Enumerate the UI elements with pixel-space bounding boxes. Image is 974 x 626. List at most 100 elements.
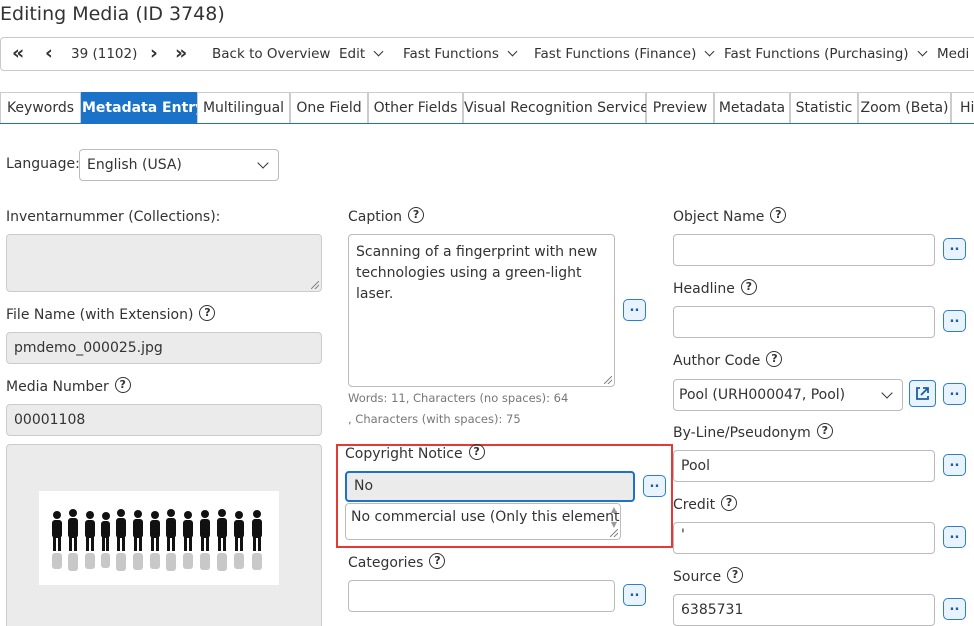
resize-handle-icon[interactable] (610, 529, 618, 537)
categories-more-button[interactable]: .. (623, 584, 646, 606)
categories-input[interactable] (348, 580, 615, 612)
file-name-field[interactable]: pmdemo_000025.jpg (6, 332, 322, 364)
chevron-down-icon (507, 46, 518, 57)
categories-label-text: Categories (348, 555, 424, 571)
caption-textarea[interactable]: Scanning of a fingerprint with new techn… (348, 234, 615, 387)
tab-preview[interactable]: Preview (646, 92, 714, 123)
chevron-down-icon (257, 157, 269, 169)
tab-multilingual[interactable]: Multilingual (197, 92, 290, 123)
help-icon[interactable]: ? (740, 279, 757, 295)
object-name-label: Object Name? (673, 207, 787, 225)
tab-visual-recognition-service[interactable]: Visual Recognition Service (463, 92, 649, 123)
language-label: Language: (6, 156, 80, 172)
help-icon[interactable]: ? (468, 444, 485, 460)
first-page-icon[interactable]: « (12, 38, 24, 70)
copyright-more-button[interactable]: .. (643, 475, 666, 497)
fast-functions-finance-menu[interactable]: Fast Functions (Finance) (534, 38, 715, 70)
tab-keywords[interactable]: Keywords (0, 92, 81, 123)
headline-input[interactable] (673, 306, 935, 338)
resize-handle-icon[interactable] (604, 376, 612, 384)
back-to-overview-link[interactable]: Back to Overview (212, 38, 330, 70)
open-external-icon (916, 387, 929, 400)
fast-functions-menu[interactable]: Fast Functions (403, 38, 518, 70)
previous-icon[interactable]: ‹ (45, 38, 53, 70)
help-icon[interactable]: ? (114, 377, 131, 393)
help-icon[interactable]: ? (408, 207, 425, 223)
caption-word-count: Words: 11, Characters (no spaces): 64 (348, 391, 569, 405)
author-code-more-button[interactable]: .. (943, 383, 966, 405)
media-number-label: Media Number? (6, 377, 131, 395)
help-icon[interactable]: ? (727, 567, 744, 583)
tab-metadata[interactable]: Metadata (714, 92, 790, 123)
categories-label: Categories? (348, 553, 446, 571)
copyright-suggestion-list[interactable]: No commercial use (Only this element) ▲ … (345, 503, 621, 540)
media-menu[interactable]: Medi (937, 38, 969, 70)
media-number-label-text: Media Number (6, 379, 109, 395)
inventory-number-field[interactable] (6, 234, 322, 292)
author-code-select[interactable]: Pool (URH000047, Pool) (673, 379, 903, 411)
copyright-notice-input[interactable]: No (345, 471, 635, 502)
edit-menu[interactable]: Edit (339, 38, 384, 70)
by-line-input[interactable]: Pool (673, 450, 935, 482)
language-select-value: English (USA) (87, 157, 182, 173)
copyright-suggestion-option[interactable]: No commercial use (Only this element) (351, 509, 620, 525)
help-icon[interactable]: ? (721, 495, 738, 511)
chevron-down-icon (917, 46, 928, 57)
open-external-button[interactable] (909, 380, 936, 407)
tab-other-fields[interactable]: Other Fields (368, 92, 463, 123)
source-input[interactable]: 6385731 (673, 594, 935, 626)
author-code-label-text: Author Code (673, 353, 761, 369)
by-line-more-button[interactable]: .. (943, 454, 966, 476)
object-name-more-button[interactable]: .. (943, 238, 966, 260)
media-number-field[interactable]: 00001108 (6, 404, 322, 436)
help-icon[interactable]: ? (816, 423, 833, 439)
tab-one-field[interactable]: One Field (290, 92, 368, 123)
source-more-button[interactable]: .. (943, 598, 966, 620)
fast-functions-label: Fast Functions (403, 46, 499, 62)
copyright-notice-label: Copyright Notice? (345, 444, 485, 462)
language-select[interactable]: English (USA) (79, 149, 279, 181)
caption-char-count: , Characters (with spaces): 75 (348, 412, 521, 426)
tab-statistic[interactable]: Statistic (790, 92, 858, 123)
fast-functions-purchasing-menu[interactable]: Fast Functions (Purchasing) (724, 38, 928, 70)
scroll-up-icon[interactable]: ▲ (611, 505, 617, 515)
credit-label: Credit? (673, 495, 738, 513)
headline-more-button[interactable]: .. (943, 310, 966, 332)
tab-zoom-beta[interactable]: Zoom (Beta) (858, 92, 951, 123)
next-icon[interactable]: › (150, 38, 158, 70)
headline-label: Headline? (673, 279, 757, 297)
file-name-label-text: File Name (with Extension) (6, 307, 194, 323)
page-title: Editing Media (ID 3748) (0, 3, 225, 25)
help-icon[interactable]: ? (199, 305, 216, 321)
caption-label-text: Caption (348, 209, 403, 225)
credit-label-text: Credit (673, 497, 716, 513)
tab-history[interactable]: Hi (951, 92, 974, 123)
credit-input[interactable]: ' (673, 522, 935, 554)
fast-functions-finance-label: Fast Functions (Finance) (534, 46, 697, 62)
caption-label: Caption? (348, 207, 425, 225)
last-page-icon[interactable]: » (175, 38, 187, 70)
help-icon[interactable]: ? (766, 351, 783, 367)
caption-more-button[interactable]: .. (623, 299, 646, 321)
author-code-label: Author Code? (673, 351, 783, 369)
author-code-value: Pool (URH000047, Pool) (679, 387, 846, 403)
help-icon[interactable]: ? (429, 553, 446, 569)
help-icon[interactable]: ? (770, 207, 787, 223)
resize-handle-icon[interactable] (311, 281, 319, 289)
by-line-label-text: By-Line/Pseudonym (673, 425, 811, 441)
file-name-label: File Name (with Extension)? (6, 305, 216, 323)
image-preview-panel (6, 444, 322, 626)
source-label: Source? (673, 567, 744, 585)
tab-bar: Keywords Metadata Entry Multilingual One… (0, 92, 974, 124)
toolbar: « ‹ 39 (1102) › » Back to Overview Edit … (0, 37, 974, 71)
fast-functions-purchasing-label: Fast Functions (Purchasing) (724, 46, 909, 62)
tab-metadata-entry[interactable]: Metadata Entry (81, 92, 204, 123)
media-thumbnail[interactable] (39, 491, 279, 585)
object-name-label-text: Object Name (673, 209, 765, 225)
credit-more-button[interactable]: .. (943, 526, 966, 548)
chevron-down-icon (881, 387, 893, 399)
object-name-input[interactable] (673, 234, 935, 266)
by-line-label: By-Line/Pseudonym? (673, 423, 833, 441)
edit-menu-label: Edit (339, 46, 366, 62)
source-label-text: Source (673, 569, 722, 585)
